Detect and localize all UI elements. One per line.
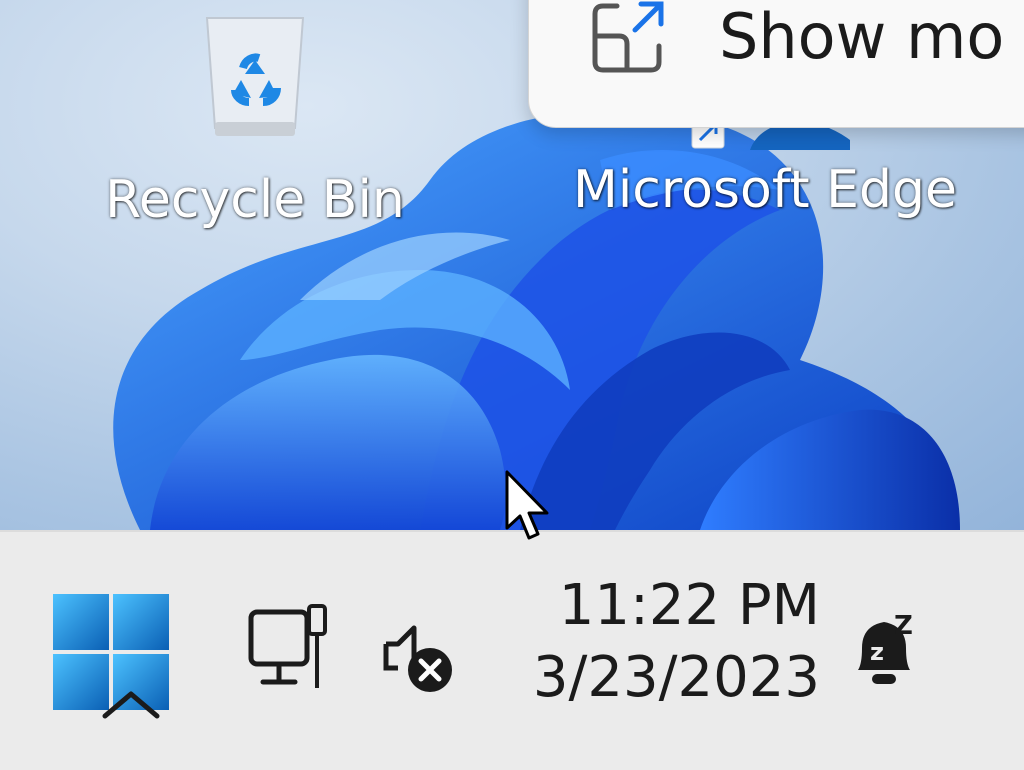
chevron-up-icon[interactable] bbox=[101, 690, 161, 720]
taskbar: 11:22 PM 3/23/2023 z Z bbox=[0, 530, 1024, 770]
svg-text:z: z bbox=[870, 638, 884, 666]
clock-time: 11:22 PM bbox=[558, 573, 820, 638]
network-ethernet-icon[interactable] bbox=[245, 602, 335, 692]
mouse-pointer bbox=[505, 470, 549, 540]
clock-date: 3/23/2023 bbox=[532, 645, 820, 710]
recycle-bin-icon bbox=[205, 17, 305, 136]
desktop-icon-label: Microsoft Edge bbox=[572, 160, 958, 220]
notification-bell-snooze-icon[interactable]: z Z bbox=[848, 608, 928, 698]
start-button[interactable] bbox=[53, 594, 169, 719]
taskbar-clock[interactable]: 11:22 PM 3/23/2023 bbox=[520, 570, 820, 714]
context-menu-item-label: Show mo bbox=[719, 0, 1005, 73]
svg-text:Z: Z bbox=[894, 611, 913, 641]
volume-muted-icon[interactable] bbox=[378, 620, 458, 700]
context-menu-item-show-more-options[interactable]: Show mo bbox=[589, 0, 1024, 81]
open-in-new-icon bbox=[592, 1, 664, 73]
desktop-icon-label: Recycle Bin bbox=[105, 170, 405, 230]
context-menu: Show mo bbox=[528, 0, 1024, 128]
